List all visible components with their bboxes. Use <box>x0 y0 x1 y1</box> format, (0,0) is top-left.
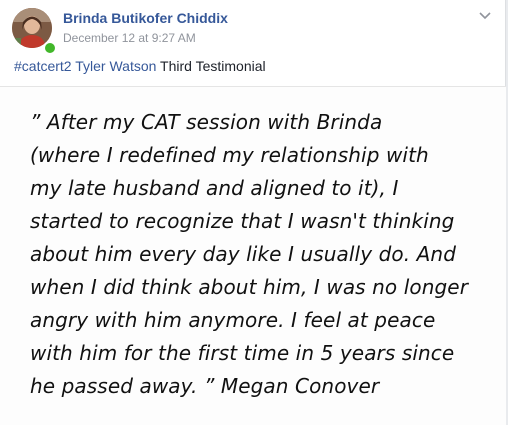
testimonial-text-line: ” After my CAT session with Brinda <box>30 110 383 134</box>
post-card: Brinda Butikofer Chiddix December 12 at … <box>0 0 506 425</box>
testimonial-text-line: when I did think about him, I was no lon… <box>30 275 469 299</box>
post-header: Brinda Butikofer Chiddix December 12 at … <box>12 8 493 55</box>
caption-text: Third Testimonial <box>160 58 266 74</box>
post-caption: #catcert2 Tyler Watson Third Testimonial <box>14 58 266 74</box>
mention-link[interactable]: Tyler Watson <box>75 58 156 74</box>
author-name-link[interactable]: Brinda Butikofer Chiddix <box>63 10 228 26</box>
testimonial-text-line: angry with him anymore. I feel at peace <box>30 308 436 332</box>
testimonial-text-line: he passed away. ” Megan Conover <box>30 374 380 398</box>
testimonial-text-line: with him for the first time in 5 years s… <box>30 341 455 365</box>
post-image[interactable]: ” After my CAT session with Brinda (wher… <box>0 87 506 425</box>
chevron-down-icon[interactable] <box>477 8 493 24</box>
testimonial-text-line: my late husband and aligned to it), I <box>30 176 399 200</box>
online-status-icon <box>43 41 57 55</box>
testimonial-text-line: (where I redefined my relationship with <box>30 143 429 167</box>
post-timestamp-link[interactable]: December 12 at 9:27 AM <box>63 31 196 45</box>
testimonial-text-line: about him every day like I usually do. A… <box>30 242 456 266</box>
testimonial-text-line: started to recognize that I wasn't think… <box>30 209 455 233</box>
hashtag-link[interactable]: #catcert2 <box>14 58 72 74</box>
